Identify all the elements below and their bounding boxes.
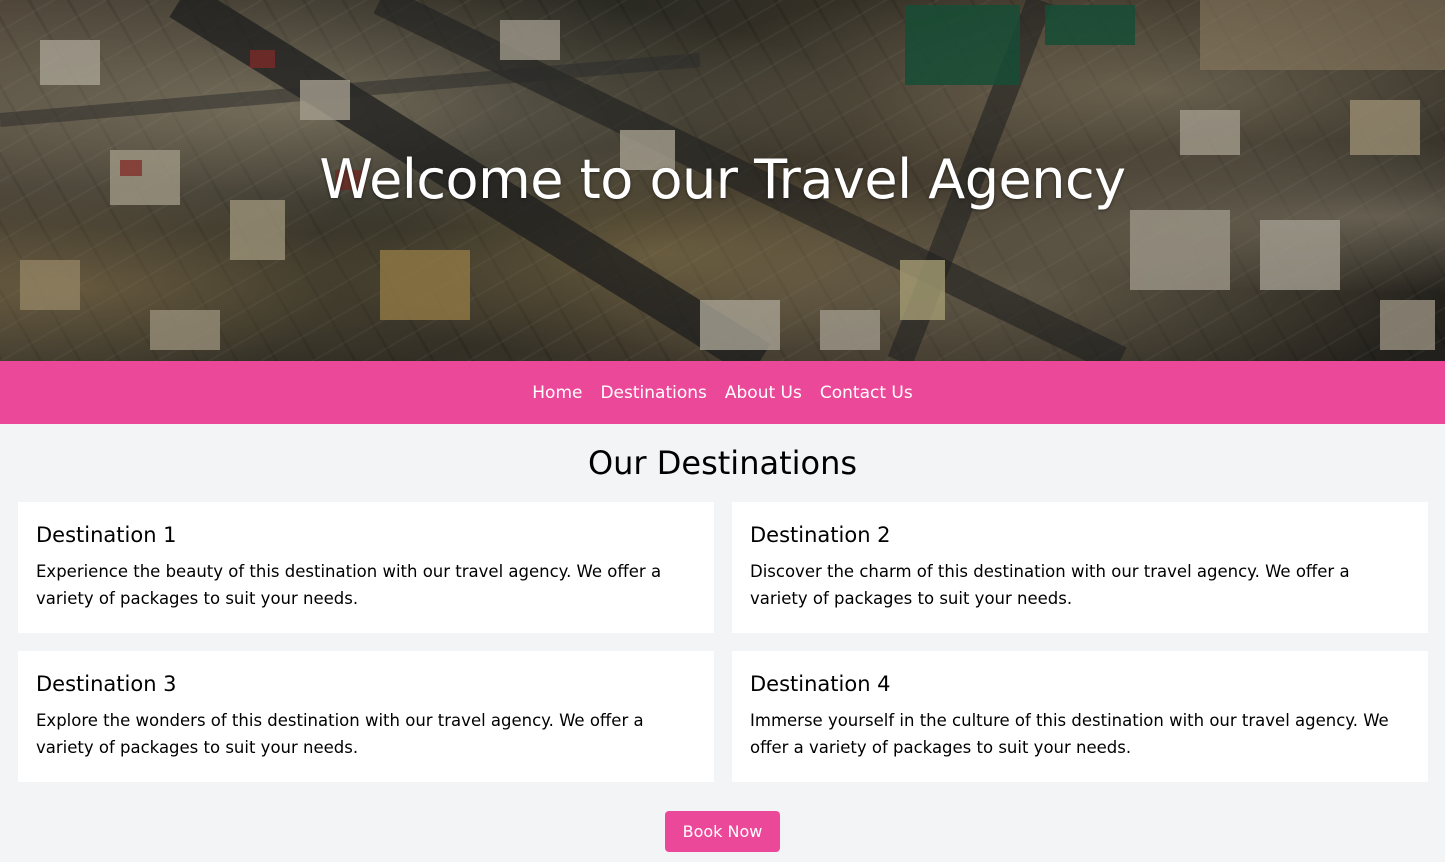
cta-container: Book Now — [0, 811, 1445, 852]
nav-link-destinations[interactable]: Destinations — [600, 383, 706, 403]
destinations-section: Our Destinations Destination 1 Experienc… — [0, 443, 1445, 852]
destination-card-title: Destination 4 — [750, 672, 891, 696]
hero-banner: Welcome to our Travel Agency — [0, 0, 1445, 361]
nav-link-home[interactable]: Home — [532, 383, 582, 403]
nav-link-about-us[interactable]: About Us — [725, 383, 802, 403]
nav-link-contact-us[interactable]: Contact Us — [820, 383, 913, 403]
destination-card-title: Destination 2 — [750, 523, 891, 547]
destinations-grid: Destination 1 Experience the beauty of t… — [0, 502, 1445, 782]
section-title: Our Destinations — [587, 444, 858, 482]
destination-card-text: Explore the wonders of this destination … — [36, 711, 644, 757]
destination-card-text: Immerse yourself in the culture of this … — [750, 711, 1389, 757]
hero-title: Welcome to our Travel Agency — [319, 148, 1126, 211]
destination-card-text: Discover the charm of this destination w… — [750, 562, 1350, 608]
destination-card: Destination 2 Discover the charm of this… — [732, 502, 1428, 633]
destination-card: Destination 1 Experience the beauty of t… — [18, 502, 714, 633]
book-now-button[interactable]: Book Now — [665, 811, 780, 852]
destination-card-title: Destination 1 — [36, 523, 177, 547]
destination-card-title: Destination 3 — [36, 672, 177, 696]
main-navigation: Home Destinations About Us Contact Us — [0, 361, 1445, 424]
destination-card: Destination 3 Explore the wonders of thi… — [18, 651, 714, 782]
destination-card-text: Experience the beauty of this destinatio… — [36, 562, 662, 608]
destination-card: Destination 4 Immerse yourself in the cu… — [732, 651, 1428, 782]
